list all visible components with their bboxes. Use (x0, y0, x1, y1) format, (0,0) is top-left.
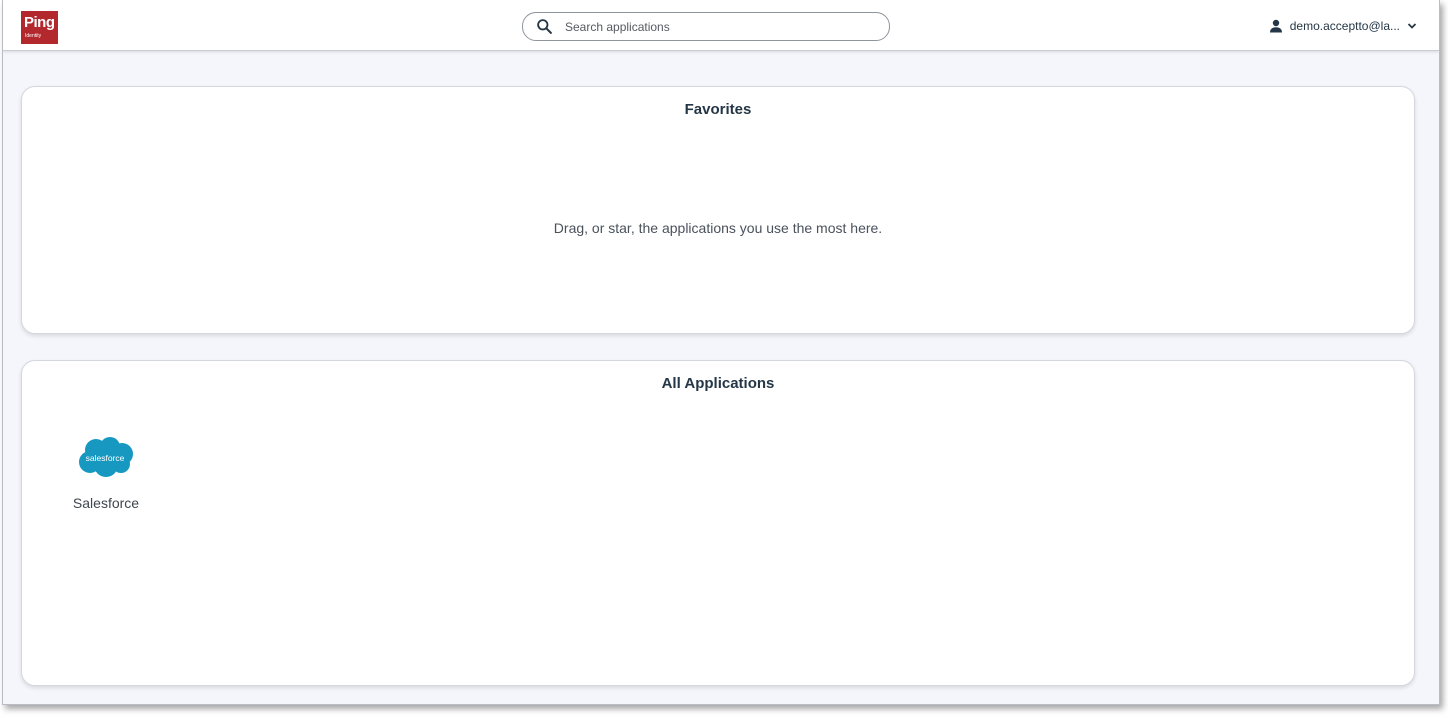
top-bar: Ping Identity demo.acceptto@la... (3, 0, 1439, 51)
ping-identity-logo[interactable]: Ping Identity (21, 11, 58, 44)
search-icon (537, 19, 552, 34)
logo-sub-text: Identity (25, 33, 42, 39)
salesforce-logo-text: salesforce (86, 453, 125, 463)
favorites-title: Favorites (684, 101, 752, 118)
favorites-empty-message: Drag, or star, the applications you use … (553, 220, 883, 236)
search-box[interactable] (522, 12, 890, 41)
favorites-panel: Favorites Drag, or star, the application… (21, 86, 1415, 334)
user-menu[interactable]: demo.acceptto@la... (1269, 16, 1417, 36)
all-applications-title: All Applications (661, 375, 775, 392)
salesforce-logo-icon: salesforce (79, 437, 133, 477)
app-tile-salesforce[interactable]: salesforce Salesforce (56, 431, 156, 521)
app-window: Ping Identity demo.acceptto@la... Favori… (2, 0, 1440, 705)
search-input[interactable] (563, 16, 867, 38)
app-name-salesforce: Salesforce (72, 495, 140, 511)
logo-brand-text: Ping (24, 14, 55, 31)
user-icon (1269, 19, 1282, 33)
chevron-down-icon[interactable] (1407, 21, 1417, 31)
user-name: demo.acceptto@la... (1289, 19, 1400, 33)
all-applications-panel: All Applications salesforce Salesforce (21, 360, 1415, 686)
